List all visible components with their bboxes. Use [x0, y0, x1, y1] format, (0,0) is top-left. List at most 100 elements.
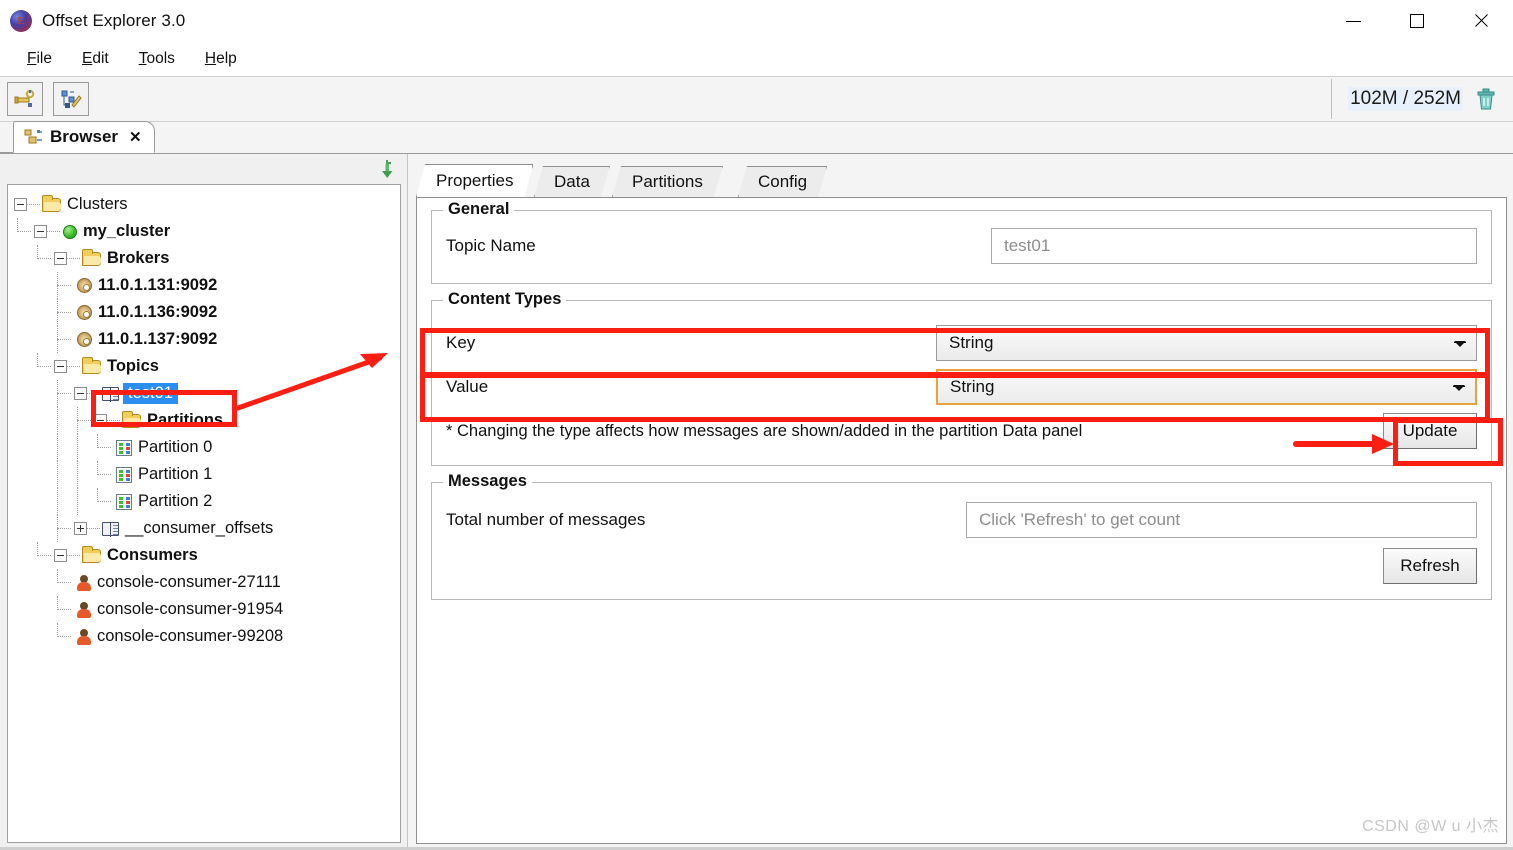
menu-file[interactable]: File — [14, 46, 65, 72]
tree-node-label-consumer_offsets: __consumer_offsets — [125, 519, 274, 537]
tree-connector — [87, 528, 100, 529]
topic-icon — [102, 521, 119, 537]
menu-edit-rest: dit — [92, 50, 109, 67]
tree-indent-guide — [54, 272, 74, 299]
tree-node-broker3[interactable]: 11.0.1.137:9092 — [14, 326, 400, 353]
consumer-user-icon — [77, 601, 91, 618]
menu-tools-rest: ools — [146, 50, 175, 67]
tree-indent-guide — [74, 488, 94, 515]
tree-node-cc91954[interactable]: console-consumer-91954 — [14, 596, 400, 623]
memory-indicator[interactable]: 102M / 252M — [1331, 79, 1511, 119]
key-label: Key — [446, 333, 476, 352]
tree-expander-consumers[interactable] — [54, 549, 67, 562]
tree-node-partition0[interactable]: Partition 0 — [14, 434, 400, 461]
tree-indent-guide — [54, 434, 74, 461]
menu-tools[interactable]: Tools — [126, 46, 188, 72]
tree-node-partitions[interactable]: Partitions — [14, 407, 400, 434]
tree-pane-toolbar — [0, 154, 407, 184]
tab-config[interactable]: Config — [738, 166, 827, 197]
tab-properties[interactable]: Properties — [416, 164, 533, 197]
menu-help[interactable]: Help — [192, 46, 250, 72]
tree-connector — [67, 366, 80, 367]
value-type-select[interactable]: String — [936, 369, 1477, 405]
tab-partitions[interactable]: Partitions — [612, 166, 723, 197]
tree-node-consumer_offsets[interactable]: __consumer_offsets — [14, 515, 400, 542]
main-split: Clusters my_cluster Brokers 11.0.1.131:9092… — [0, 154, 1513, 850]
gear-icon — [77, 305, 92, 320]
menu-bar: File Edit Tools Help — [0, 42, 1513, 76]
tree-root: Clusters my_cluster Brokers 11.0.1.131:9092… — [8, 185, 400, 650]
tree-connector — [47, 231, 60, 232]
tree-indent-guide — [34, 353, 54, 380]
tree-indent-guide — [34, 542, 54, 569]
tree-indent-guide — [14, 218, 34, 245]
tab-browser[interactable]: Browser ✕ — [13, 121, 155, 153]
close-button[interactable] — [1449, 0, 1513, 42]
general-group-label: General — [443, 200, 515, 219]
tree-indent-guide — [54, 407, 74, 434]
offset-explorer-logo-icon — [10, 10, 32, 32]
minimize-icon — [1345, 20, 1361, 22]
tree-node-brokers[interactable]: Brokers — [14, 245, 400, 272]
edit-cluster-button[interactable] — [53, 82, 89, 116]
window-title: Offset Explorer 3.0 — [42, 11, 186, 30]
gear-icon — [77, 332, 92, 347]
minimize-button[interactable] — [1321, 0, 1385, 42]
tab-data[interactable]: Data — [534, 166, 610, 197]
tree-node-label-partition0: Partition 0 — [138, 438, 213, 456]
add-connection-button[interactable] — [7, 82, 43, 116]
tree-expander-topics[interactable] — [54, 360, 67, 373]
total-messages-label: Total number of messages — [446, 510, 646, 529]
tree-node-clusters[interactable]: Clusters — [14, 191, 400, 218]
topic-name-field: test01 — [991, 228, 1477, 264]
tree-expander-consumer_offsets[interactable] — [74, 522, 87, 535]
tree-node-label-partitions: Partitions — [147, 411, 224, 429]
tree-expander-test01[interactable] — [74, 387, 87, 400]
tree-connector — [67, 555, 80, 556]
tree-indent-guide — [54, 596, 74, 623]
chevron-down-icon — [1453, 385, 1465, 391]
tree-node-partition2[interactable]: Partition 2 — [14, 488, 400, 515]
tree-node-broker1[interactable]: 11.0.1.131:9092 — [14, 272, 400, 299]
tree-node-cc27111[interactable]: console-consumer-27111 — [14, 569, 400, 596]
tree-expander-clusters[interactable] — [14, 198, 27, 211]
green-status-dot-icon — [63, 224, 77, 239]
chevron-down-icon — [1454, 341, 1466, 347]
trash-icon[interactable] — [1475, 87, 1497, 111]
close-icon — [1473, 13, 1489, 29]
refresh-button[interactable]: Refresh — [1383, 548, 1477, 584]
maximize-icon — [1410, 14, 1424, 28]
tree-expander-partitions[interactable] — [94, 414, 107, 427]
tab-browser-close-icon[interactable]: ✕ — [129, 128, 142, 146]
tree-node-topics[interactable]: Topics — [14, 353, 400, 380]
cluster-tree[interactable]: Clusters my_cluster Brokers 11.0.1.131:9092… — [7, 184, 401, 843]
details-pane: Properties Data Partitions Config Genera… — [408, 154, 1513, 850]
tree-indent-guide — [54, 380, 74, 407]
memory-usage-text: 102M / 252M — [1348, 87, 1463, 111]
tree-indent-guide — [94, 488, 114, 515]
tree-indent-guide — [74, 434, 94, 461]
tree-node-my_cluster[interactable]: my_cluster — [14, 218, 400, 245]
general-group: General Topic Name test01 — [431, 200, 1492, 284]
tab-browser-label: Browser — [50, 127, 119, 146]
tree-node-label-consumers: Consumers — [107, 546, 198, 564]
tree-expander-my_cluster[interactable] — [34, 225, 47, 238]
menu-edit[interactable]: Edit — [69, 46, 122, 72]
properties-panel: General Topic Name test01 Content Types … — [416, 197, 1507, 844]
tree-node-test01[interactable]: test01 — [14, 380, 400, 407]
tree-indent-guide — [54, 569, 74, 596]
key-type-select[interactable]: String — [936, 325, 1477, 361]
tree-expander-brokers[interactable] — [54, 252, 67, 265]
tree-node-partition1[interactable]: Partition 1 — [14, 461, 400, 488]
tree-node-label-cc99208: console-consumer-99208 — [97, 627, 284, 645]
gear-icon — [77, 278, 92, 293]
details-tabstrip: Properties Data Partitions Config — [416, 165, 1513, 197]
tree-node-cc99208[interactable]: console-consumer-99208 — [14, 623, 400, 650]
maximize-button[interactable] — [1385, 0, 1449, 42]
tree-node-broker2[interactable]: 11.0.1.136:9092 — [14, 299, 400, 326]
tree-node-consumers[interactable]: Consumers — [14, 542, 400, 569]
value-type-value: String — [950, 377, 995, 396]
watermark: CSDN @W u 小杰 — [1362, 818, 1499, 835]
green-down-arrow-icon[interactable] — [376, 158, 398, 180]
update-button[interactable]: Update — [1383, 413, 1477, 449]
